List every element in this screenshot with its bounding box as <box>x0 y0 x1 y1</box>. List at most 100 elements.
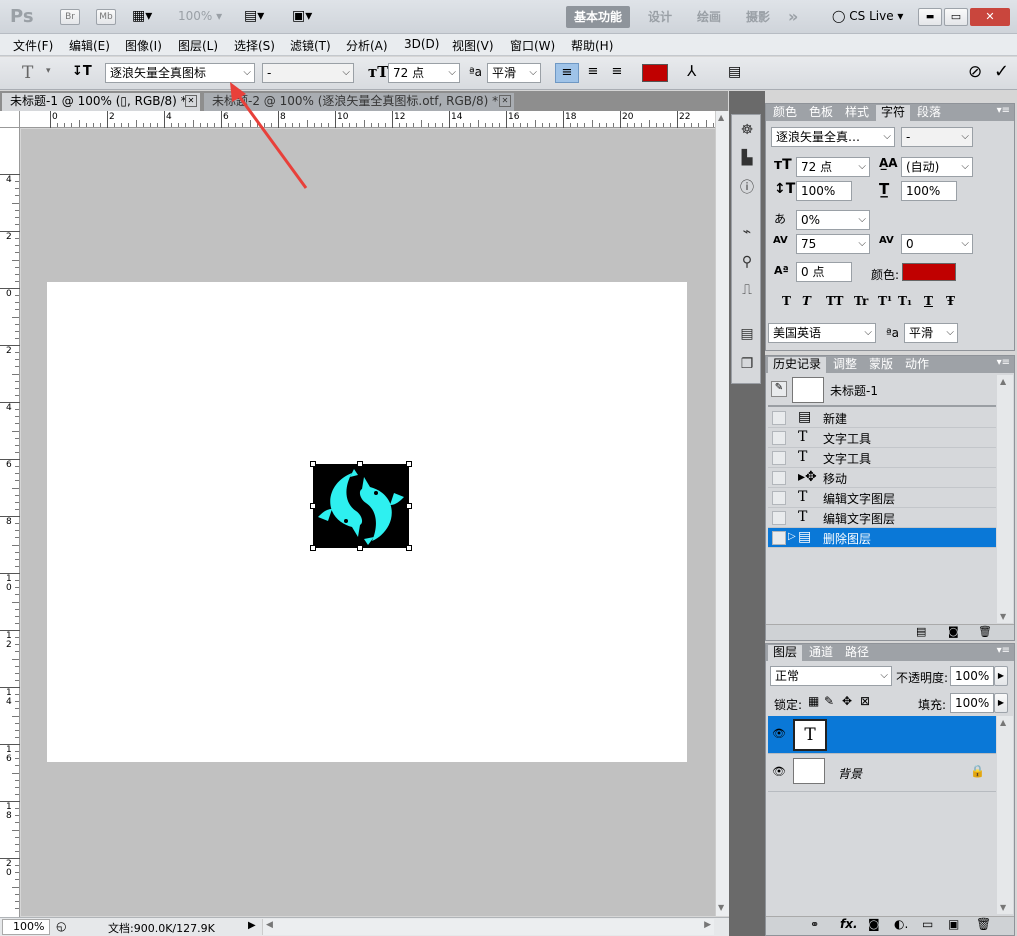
transform-handle[interactable] <box>310 545 316 551</box>
panel-menu-icon[interactable]: ▾≡ <box>997 357 1010 368</box>
vertical-ruler[interactable]: 4 2 0 2 4 6 8 10 12 14 16 18 20 <box>0 128 20 917</box>
menu-3d[interactable]: 3D(D) <box>404 37 439 51</box>
info-icon[interactable]: ⓘ <box>738 179 756 197</box>
fill-slider-arrow-icon[interactable]: ▶ <box>994 693 1008 713</box>
eye-icon[interactable]: 👁 <box>772 765 786 778</box>
scroll-down-icon[interactable]: ▼ <box>1000 612 1006 621</box>
char-font-select[interactable]: 逐浪矢量全真… ⌵ <box>771 127 895 147</box>
lock-image-icon[interactable]: ✎ <box>824 694 834 708</box>
fill-input[interactable]: 100% <box>950 693 994 713</box>
eye-icon[interactable]: 👁 <box>772 727 786 740</box>
text-orientation-icon[interactable]: ↧T <box>72 64 92 79</box>
menu-edit[interactable]: 编辑(E) <box>69 37 110 54</box>
workspace-paint-button[interactable]: 绘画 <box>697 7 721 27</box>
history-checkbox[interactable] <box>772 491 786 505</box>
trash-icon[interactable]: 🗑 <box>978 625 992 638</box>
char-vscale-input[interactable]: 100% <box>796 181 852 201</box>
lock-position-icon[interactable]: ✥ <box>842 694 852 708</box>
panel-menu-icon[interactable]: ▾≡ <box>997 105 1010 116</box>
transform-handle[interactable] <box>357 545 363 551</box>
tab-paths[interactable]: 路径 <box>840 645 874 661</box>
tab-document-1[interactable]: 未标题-1 @ 100% (▯, RGB/8) * ✕ <box>2 93 200 111</box>
tab-color[interactable]: 颜色 <box>768 105 802 121</box>
workspace-essentials-button[interactable]: 基本功能 <box>566 6 630 28</box>
transform-handle[interactable] <box>406 545 412 551</box>
cs-live-button[interactable]: ◯ CS Live ▾ <box>832 9 903 23</box>
text-color-swatch[interactable] <box>642 64 668 82</box>
warp-text-icon[interactable]: ⅄ <box>687 62 696 80</box>
scroll-right-icon[interactable]: ▶ <box>704 920 711 930</box>
scroll-down-icon[interactable]: ▼ <box>718 903 724 912</box>
horizontal-ruler[interactable]: 0 2 4 6 8 10 12 14 16 18 20 22 <box>20 111 715 128</box>
menu-image[interactable]: 图像(I) <box>125 37 162 54</box>
panel-menu-icon[interactable]: ▾≡ <box>997 645 1010 656</box>
transform-handle[interactable] <box>310 461 316 467</box>
zoom-level-select[interactable]: 100% ▾ <box>178 9 222 23</box>
align-right-button[interactable]: ≡ <box>606 63 628 83</box>
subscript-button[interactable]: T₁ <box>898 294 912 308</box>
blend-mode-select[interactable]: 正常 ⌵ <box>770 666 892 686</box>
history-checkbox[interactable] <box>772 471 786 485</box>
tab-character[interactable]: 字符 <box>876 105 911 121</box>
small-caps-button[interactable]: Tr <box>854 294 868 308</box>
char-tsume-select[interactable]: 0% ⌵ <box>796 210 870 230</box>
align-left-button[interactable]: ≡ <box>555 63 579 83</box>
char-size-select[interactable]: 72 点 ⌵ <box>796 157 870 177</box>
scroll-left-icon[interactable]: ◀ <box>266 920 273 930</box>
new-layer-icon[interactable]: ▣ <box>948 917 959 931</box>
maximize-button[interactable]: ▭ <box>944 8 968 26</box>
font-size-select[interactable]: 72 点 ⌵ <box>388 63 460 83</box>
history-item[interactable]: T 文字工具 <box>768 448 996 468</box>
new-group-icon[interactable]: ▭ <box>922 917 933 931</box>
history-item[interactable]: T 编辑文字图层 <box>768 508 996 528</box>
history-checkbox[interactable] <box>772 431 786 445</box>
scroll-up-icon[interactable]: ▲ <box>1000 718 1006 727</box>
menu-select[interactable]: 选择(S) <box>234 37 275 54</box>
align-center-button[interactable]: ≡ <box>582 63 604 83</box>
canvas-area[interactable] <box>21 129 715 916</box>
antialias-select[interactable]: 平滑 ⌵ <box>487 63 541 83</box>
status-zoom-field[interactable]: 100% <box>2 919 50 935</box>
workspace-design-button[interactable]: 设计 <box>648 7 672 27</box>
scroll-up-icon[interactable]: ▲ <box>718 113 724 122</box>
bridge-button[interactable]: Br <box>60 9 80 25</box>
close-icon[interactable]: ✕ <box>185 95 197 107</box>
cancel-icon[interactable]: ⊘ <box>968 62 982 82</box>
layer-row-background[interactable]: 👁 背景 🔒 <box>768 754 996 792</box>
char-leading-select[interactable]: (自动) ⌵ <box>901 157 973 177</box>
new-snapshot-icon[interactable]: ◙ <box>948 625 959 638</box>
document-canvas[interactable] <box>47 282 687 762</box>
menu-analysis[interactable]: 分析(A) <box>346 37 388 54</box>
menu-file[interactable]: 文件(F) <box>13 37 53 54</box>
opacity-input[interactable]: 100% <box>950 666 994 686</box>
strikethrough-button[interactable]: Ŧ <box>946 294 955 308</box>
char-tracking-select[interactable]: 0 ⌵ <box>901 234 973 254</box>
menu-view[interactable]: 视图(V) <box>452 37 494 54</box>
history-checkbox[interactable] <box>772 411 786 425</box>
history-brush-icon[interactable]: ✎ <box>771 381 787 397</box>
history-item[interactable]: T 文字工具 <box>768 428 996 448</box>
menu-help[interactable]: 帮助(H) <box>571 37 613 54</box>
opacity-slider-arrow-icon[interactable]: ▶ <box>994 666 1008 686</box>
all-caps-button[interactable]: TT <box>826 294 843 308</box>
history-checkbox[interactable] <box>772 451 786 465</box>
history-checkbox[interactable] <box>772 531 786 545</box>
tab-history[interactable]: 历史记录 <box>768 357 827 373</box>
layer-comps-icon[interactable]: ❐ <box>738 355 756 373</box>
link-layers-icon[interactable]: ⚭ <box>810 918 819 931</box>
tab-masks[interactable]: 蒙版 <box>864 357 898 373</box>
char-baseline-input[interactable]: 0 点 <box>796 262 852 282</box>
menu-window[interactable]: 窗口(W) <box>510 37 555 54</box>
horizontal-scrollbar[interactable]: ◀ ▶ <box>262 919 714 935</box>
scroll-up-icon[interactable]: ▲ <box>1000 377 1006 386</box>
extras-icon[interactable]: ▦▾ <box>132 8 152 24</box>
text-tool-icon[interactable]: T <box>22 63 33 83</box>
tab-layers[interactable]: 图层 <box>768 645 803 661</box>
menu-filter[interactable]: 滤镜(T) <box>290 37 331 54</box>
scroll-down-icon[interactable]: ▼ <box>1000 903 1006 912</box>
mini-bridge-button[interactable]: Mb <box>96 9 116 25</box>
histogram-icon[interactable]: ▙ <box>738 149 756 167</box>
menu-layer[interactable]: 图层(L) <box>178 37 218 54</box>
close-button[interactable]: ✕ <box>970 8 1010 26</box>
underline-button[interactable]: T <box>924 294 933 308</box>
